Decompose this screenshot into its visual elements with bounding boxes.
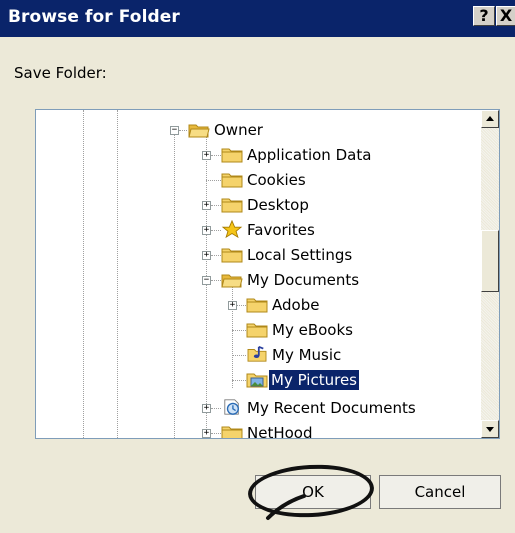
tree-guide-line [232,355,246,356]
folder-icon [221,248,243,263]
tree-item-label: Cookies [247,171,306,189]
tree-guide-line [206,180,221,181]
tree-item-application-data[interactable]: + Application Data [36,145,476,167]
help-button[interactable]: ? [473,6,495,26]
tree-item-my-recent-documents[interactable]: + My Recent Documents [36,398,476,420]
tree-item-label: My Pictures [268,369,360,391]
tree-item-label: My Recent Documents [247,399,416,417]
tree-item-adobe[interactable]: + Adobe [36,295,476,317]
save-folder-prompt: Save Folder: [14,64,107,82]
tree-item-cookies[interactable]: Cookies [36,170,476,192]
expand-icon[interactable]: + [202,429,211,438]
folder-icon [246,298,268,313]
pictures-folder-icon [246,373,268,388]
folder-tree[interactable]: − Owner + Application Data Cookies + Des… [35,109,500,439]
collapse-icon[interactable]: − [202,276,211,285]
tree-guide-line [232,330,246,331]
recent-documents-icon [224,399,239,415]
tree-item-label: My Music [272,346,342,364]
expand-icon[interactable]: + [202,151,211,160]
tree-item-owner[interactable]: − Owner [36,120,476,142]
expand-icon[interactable]: + [202,251,211,260]
tree-guide-line [211,205,221,206]
tree-item-nethood[interactable]: + NetHood [36,423,476,439]
arrow-up-icon [486,116,494,121]
scroll-up-button[interactable] [481,110,499,128]
star-folder-icon [221,220,243,238]
tree-item-desktop[interactable]: + Desktop [36,195,476,217]
expand-icon[interactable]: + [202,201,211,210]
tree-item-label: NetHood [247,424,313,439]
tree-item-label: Adobe [272,296,320,314]
tree-guide-line [232,380,246,381]
tree-item-my-pictures[interactable]: My Pictures [36,369,476,392]
tree-guide-line [237,305,246,306]
tree-item-my-music[interactable]: My Music [36,345,476,367]
folder-icon [221,148,243,163]
expand-icon[interactable]: + [202,404,211,413]
folder-icon [221,426,243,438]
window-title: Browse for Folder [8,7,180,27]
tree-item-label: My Documents [247,271,360,289]
folder-icon [221,173,243,188]
tree-guide-line [179,130,187,131]
tree-item-label: My eBooks [272,321,353,339]
tree-item-label: Desktop [247,196,309,214]
expand-icon[interactable]: + [228,301,237,310]
folder-icon [221,198,243,213]
tree-item-label: Local Settings [247,246,353,264]
tree-item-local-settings[interactable]: + Local Settings [36,245,476,267]
folder-open-icon [188,124,210,138]
cancel-button[interactable]: Cancel [379,475,501,509]
music-folder-icon [247,345,267,362]
tree-item-my-documents[interactable]: − My Documents [36,270,476,292]
tree-item-label: Owner [214,121,263,139]
tree-item-my-ebooks[interactable]: My eBooks [36,320,476,342]
tree-item-label: Favorites [247,221,315,239]
close-button[interactable]: X [496,6,515,26]
vertical-scrollbar[interactable] [481,110,499,438]
tree-item-favorites[interactable]: + Favorites [36,220,476,242]
tree-guide-line [211,255,221,256]
browse-for-folder-dialog: Browse for Folder ? X Save Folder: − Own… [0,0,515,533]
folder-open-icon [221,274,243,288]
title-bar[interactable]: Browse for Folder ? X [0,0,515,37]
scrollbar-thumb[interactable] [481,230,499,292]
scroll-down-button[interactable] [481,420,499,438]
tree-item-label: Application Data [247,146,372,164]
tree-guide-line [211,230,221,231]
ok-button[interactable]: OK [255,475,371,509]
folder-icon [246,323,268,338]
tree-guide-line [211,280,221,281]
tree-guide-line [211,155,221,156]
collapse-icon[interactable]: − [170,126,179,135]
arrow-down-icon [486,427,494,432]
tree-guide-line [211,433,221,434]
expand-icon[interactable]: + [202,226,211,235]
tree-guide-line [211,408,221,409]
